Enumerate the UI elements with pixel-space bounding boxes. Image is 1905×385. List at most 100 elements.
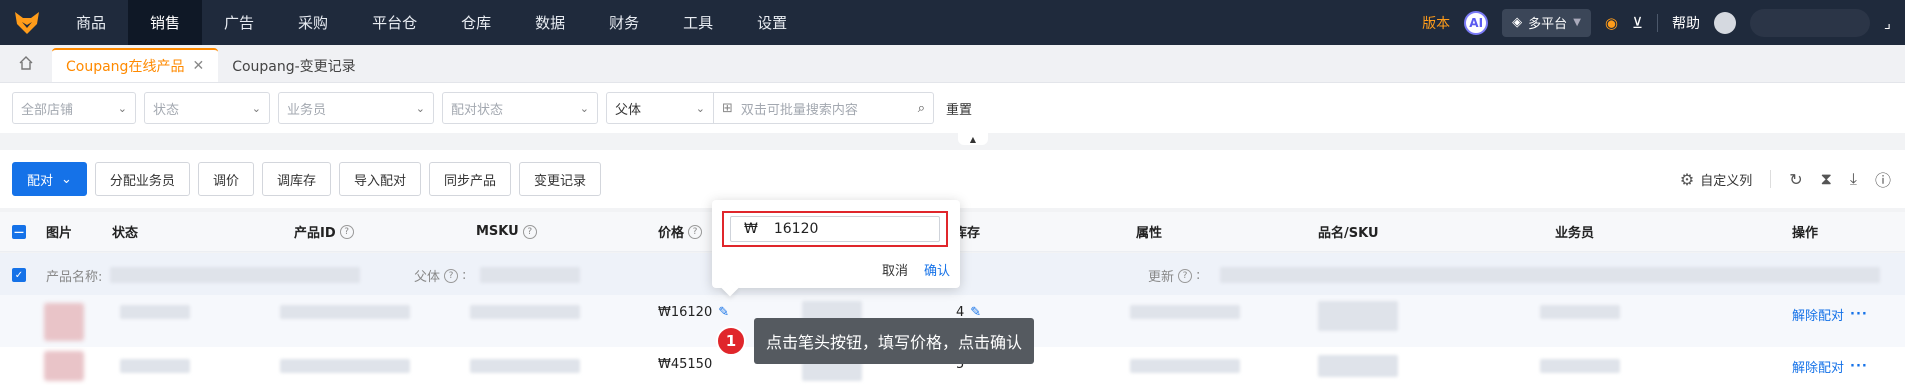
refresh-icon[interactable]: ↻ [1789,170,1802,189]
header-msku: MSKU? [476,224,537,239]
status-select[interactable]: 状态 ⌄ [144,92,270,124]
updated-label: 更新?: [1148,268,1201,285]
question-icon[interactable]: ? [1178,268,1193,283]
tab-strip: Coupang在线产品 ✕ Coupang-变更记录 [0,45,1905,83]
nav-item[interactable]: 商品 [54,0,128,45]
attributes-redacted [1130,305,1240,319]
platform-selector[interactable]: ◈ 多平台 ▼ [1502,8,1591,37]
nav-item[interactable]: 设置 [735,0,809,45]
parent-label-text: 父体 [414,270,441,285]
adjust-price-button[interactable]: 调价 [197,162,254,196]
group-checkbox[interactable]: ✓ [12,268,26,282]
version-link[interactable]: 版本 [1422,13,1450,33]
assign-salesperson-button[interactable]: 分配业务员 [94,162,190,196]
nav-item[interactable]: 财务 [587,0,661,45]
reset-button[interactable]: 重置 [946,99,972,118]
match-button[interactable]: 配对 ⌄ [12,162,87,196]
status-redacted [120,359,190,373]
sync-products-button[interactable]: 同步产品 [428,162,511,196]
parent-label: 父体?: [414,268,467,285]
question-icon[interactable]: ? [339,224,354,239]
download-icon[interactable]: ⤓ [1850,169,1857,189]
edit-price-popover: ₩ 16120 取消 确认 [712,200,960,297]
fullscreen-icon[interactable]: ⌟ [1884,14,1891,32]
confirm-button[interactable]: 确认 [924,260,950,279]
top-nav: 商品 销售 广告 采购 平台仓 仓库 数据 财务 工具 设置 版本 AI ◈ 多平台 ▼ ◉ ⊻ … [0,0,1905,45]
nav-item[interactable]: 广告 [202,0,276,45]
step-number-badge: 1 [716,326,746,356]
select-all-checkbox[interactable]: — [12,225,26,239]
tab-coupang-change-log[interactable]: Coupang-变更记录 [218,50,370,82]
nav-item[interactable]: 工具 [661,0,735,45]
header-attributes-label: 属性 [1136,226,1163,241]
grid-icon: ⊞ [722,100,733,116]
tab-coupang-online-products[interactable]: Coupang在线产品 ✕ [52,48,219,82]
question-icon[interactable]: ? [522,224,537,239]
header-image: 图片 [46,222,72,241]
nav-item[interactable]: 销售 [128,0,203,45]
search-placeholder: 双击可批量搜索内容 [740,102,858,118]
user-name-redacted[interactable] [1749,8,1870,37]
avatar[interactable] [1713,11,1736,34]
updated-value-redacted [1220,267,1880,283]
help-icon[interactable]: ⓘ [1875,167,1891,191]
custom-columns-button[interactable]: ⚙ 自定义列 [1680,170,1752,189]
divider [1770,170,1772,188]
level-select-value: 父体 [615,102,642,118]
tab-label: Coupang-变更记录 [232,59,356,75]
help-link[interactable]: 帮助 [1672,13,1700,33]
price-input-value[interactable]: 16120 [774,221,819,237]
search-input[interactable]: ⊞ 双击可批量搜索内容 ⌕ [714,92,934,124]
chevron-down-icon: ⌄ [61,171,72,187]
status-select-value: 状态 [153,102,180,118]
close-icon[interactable]: ✕ [192,58,204,74]
product-thumbnail[interactable] [44,303,84,341]
header-actions: 操作 [1792,222,1818,241]
adjust-stock-button[interactable]: 调库存 [261,162,331,196]
salesperson-redacted [1540,359,1620,373]
chevron-down-icon: ⌄ [695,101,705,115]
nav-item[interactable]: 平台仓 [350,0,439,45]
cancel-button[interactable]: 取消 [882,260,908,279]
price-input-highlight[interactable]: ₩ 16120 [722,211,948,247]
chevron-down-icon: ⌄ [117,101,127,115]
question-icon[interactable]: ? [444,268,459,283]
search-icon[interactable]: ⌕ [918,101,925,116]
nav-item[interactable]: 仓库 [439,0,513,45]
header-salesperson-label: 业务员 [1555,226,1595,241]
salesperson-select[interactable]: 业务员 ⌄ [278,92,434,124]
unmatch-link[interactable]: 解除配对 [1792,357,1844,376]
unmatch-link[interactable]: 解除配对 [1792,305,1844,324]
layers-icon: ◈ [1512,15,1523,30]
notification-icon[interactable]: ◉ [1605,14,1618,32]
level-select[interactable]: 父体 ⌄ [606,92,714,124]
salesperson-redacted [1540,305,1620,319]
attributes-redacted [1130,359,1240,373]
ai-button[interactable]: AI [1464,10,1489,35]
app-logo[interactable] [0,0,54,45]
store-select[interactable]: 全部店铺 ⌄ [12,92,136,124]
match-status-select-value: 配对状态 [451,102,504,118]
match-status-select[interactable]: 配对状态 ⌄ [442,92,598,124]
question-icon[interactable]: ? [688,224,703,239]
download-icon[interactable]: ⊻ [1632,14,1643,32]
home-tab[interactable] [0,44,52,82]
import-match-button[interactable]: 导入配对 [338,162,421,196]
hourglass-icon[interactable]: ⧗ [1821,169,1832,189]
chevron-down-icon: ⌄ [251,101,261,115]
change-log-button[interactable]: 变更记录 [519,162,602,196]
match-button-label: 配对 [27,173,54,189]
platform-label: 多平台 [1528,17,1568,32]
header-price-label: 价格 [658,226,685,241]
nav-item[interactable]: 采购 [276,0,350,45]
header-price: 价格? [658,222,703,241]
more-options-icon[interactable]: ··· [1850,359,1868,374]
collapse-filters-handle[interactable]: ▲ [958,133,988,145]
product-id-redacted [280,305,410,319]
product-thumbnail[interactable] [44,351,84,381]
chevron-down-icon: ⌄ [415,101,425,115]
nav-item[interactable]: 数据 [513,0,587,45]
status-redacted [120,305,190,319]
header-image-label: 图片 [46,226,73,241]
more-options-icon[interactable]: ··· [1850,307,1868,322]
